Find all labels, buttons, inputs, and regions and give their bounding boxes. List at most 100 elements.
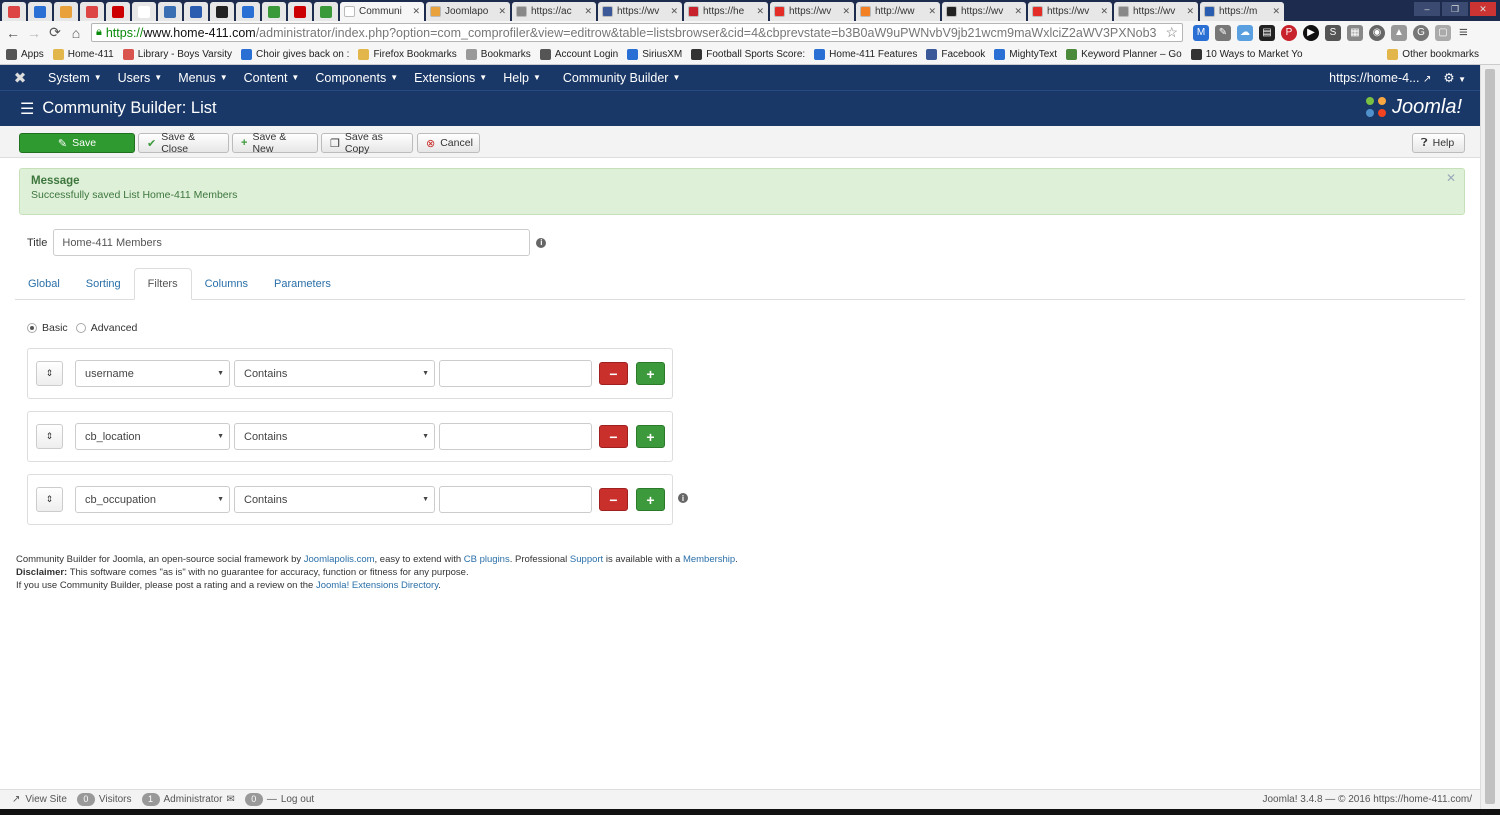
pinned-tab[interactable]	[80, 2, 104, 21]
pinned-tab[interactable]	[236, 2, 260, 21]
pinned-tab[interactable]	[314, 2, 338, 21]
close-icon[interactable]: ✕	[1446, 171, 1456, 185]
field-select[interactable]: cb_occupation ▼	[75, 486, 230, 513]
tab-close-icon[interactable]: ✕	[1186, 6, 1194, 17]
admin-menu-item[interactable]: Community Builder ▼	[555, 71, 689, 85]
tab-close-icon[interactable]: ✕	[1272, 6, 1280, 17]
operator-select[interactable]: Contains ▼	[234, 423, 435, 450]
basic-radio[interactable]	[27, 323, 37, 333]
tab-close-icon[interactable]: ✕	[412, 6, 420, 17]
tab-columns[interactable]: Columns	[192, 268, 261, 300]
admin-menu-item[interactable]: Users ▼	[110, 71, 171, 85]
tab-filters[interactable]: Filters	[133, 268, 192, 300]
admin-menu-item[interactable]: System ▼	[40, 71, 110, 85]
jed-link[interactable]: Joomla! Extensions Directory	[316, 580, 438, 591]
bookmark-item[interactable]: SiriusXM	[627, 48, 682, 60]
tab-parameters[interactable]: Parameters	[261, 268, 344, 300]
drive-ext-icon[interactable]: ▲	[1391, 24, 1407, 41]
vertical-scrollbar[interactable]	[1480, 65, 1500, 809]
browser-tab[interactable]: https://m ✕	[1200, 2, 1284, 21]
mightytext-ext-icon[interactable]: M	[1193, 24, 1209, 41]
filter-value-input[interactable]	[439, 360, 592, 387]
save-close-button[interactable]: ✔ Save & Close	[138, 131, 229, 155]
support-link[interactable]: Support	[570, 554, 603, 565]
browser-tab[interactable]: https://wv ✕	[1114, 2, 1198, 21]
tab-close-icon[interactable]: ✕	[584, 6, 592, 17]
bookmark-item[interactable]: Choir gives back on :	[241, 48, 349, 60]
field-select[interactable]: cb_location ▼	[75, 423, 230, 450]
browser-tab[interactable]: https://he ✕	[684, 2, 768, 21]
other-bookmarks[interactable]: Other bookmarks	[1387, 48, 1479, 60]
joomlapolis-link[interactable]: Joomlapolis.com	[304, 554, 375, 565]
admin-menu-item[interactable]: Content ▼	[236, 71, 308, 85]
pinned-tab[interactable]	[158, 2, 182, 21]
bookmark-item[interactable]: Account Login	[539, 48, 618, 60]
sort-handle-icon[interactable]: ⇕	[36, 361, 63, 386]
bookmark-item[interactable]: Firefox Bookmarks	[358, 48, 457, 60]
tab-close-icon[interactable]: ✕	[756, 6, 764, 17]
save-new-button[interactable]: + Save & New	[232, 131, 318, 155]
cancel-button[interactable]: ⊗ Cancel	[417, 133, 480, 153]
minimize-icon[interactable]: –	[1414, 2, 1440, 16]
admin-menu-item[interactable]: Menus ▼	[170, 71, 235, 85]
operator-select[interactable]: Contains ▼	[234, 486, 435, 513]
home-icon[interactable]: ⌂	[67, 24, 85, 42]
add-filter-button[interactable]: +	[636, 425, 665, 448]
browser-tab[interactable]: Communi ✕	[340, 2, 424, 21]
cb-plugins-link[interactable]: CB plugins	[464, 554, 510, 565]
advanced-radio[interactable]	[75, 323, 86, 333]
logout-link[interactable]: Log out	[281, 794, 314, 805]
browser-tab[interactable]: https://wv ✕	[770, 2, 854, 21]
tab-close-icon[interactable]: ✕	[842, 6, 850, 17]
pinned-tab[interactable]	[106, 2, 130, 21]
sort-handle-icon[interactable]: ⇕	[36, 487, 63, 512]
operator-select[interactable]: Contains ▼	[234, 360, 435, 387]
tab-close-icon[interactable]: ✕	[498, 6, 506, 17]
bookmark-item[interactable]: Keyword Planner – Go	[1066, 48, 1182, 60]
window-ext-icon[interactable]: ▢	[1435, 24, 1451, 41]
pinned-tab[interactable]	[2, 2, 26, 21]
browser-tab[interactable]: https://ac ✕	[512, 2, 596, 21]
browser-menu-icon[interactable]: ≡	[1459, 24, 1468, 41]
circle-ext-icon[interactable]: ◉	[1369, 24, 1385, 41]
remove-filter-button[interactable]: −	[599, 362, 628, 385]
remove-filter-button[interactable]: −	[599, 425, 628, 448]
close-window-icon[interactable]: ✕	[1470, 2, 1496, 16]
browser-tab[interactable]: https://wv ✕	[942, 2, 1026, 21]
bookmark-item[interactable]: Bookmarks	[465, 48, 531, 60]
sort-handle-icon[interactable]: ⇕	[36, 424, 63, 449]
tab-sorting[interactable]: Sorting	[73, 268, 134, 300]
tab-close-icon[interactable]: ✕	[928, 6, 936, 17]
tab-close-icon[interactable]: ✕	[1014, 6, 1022, 17]
reload-icon[interactable]: ⟳	[46, 24, 64, 42]
bookmark-item[interactable]: Football Sports Score:	[691, 48, 805, 60]
restore-icon[interactable]: ❐	[1442, 2, 1468, 16]
browser-tab[interactable]: http://ww ✕	[856, 2, 940, 21]
back-icon[interactable]: ←	[4, 24, 22, 42]
add-filter-button[interactable]: +	[636, 488, 665, 511]
pinned-tab[interactable]	[28, 2, 52, 21]
help-button[interactable]: ❓︎ Help	[1412, 133, 1465, 153]
reader-ext-icon[interactable]: ▤	[1259, 24, 1275, 41]
bookmark-item[interactable]: MightyText	[994, 48, 1057, 60]
bookmark-star-icon[interactable]: ☆	[1161, 24, 1182, 41]
google-ext-icon[interactable]: G	[1413, 24, 1429, 41]
tab-global[interactable]: Global	[15, 268, 73, 300]
tab-close-icon[interactable]: ✕	[670, 6, 678, 17]
remove-filter-button[interactable]: −	[599, 488, 628, 511]
bookmark-item[interactable]: Library - Boys Varsity	[122, 48, 232, 60]
pinned-tab[interactable]	[262, 2, 286, 21]
filter-value-input[interactable]	[439, 486, 592, 513]
site-link[interactable]: https://home-4... ↗	[1329, 71, 1431, 85]
bookmark-item[interactable]: Apps	[6, 48, 44, 60]
admin-menu-item[interactable]: Help ▼	[495, 71, 549, 85]
save-copy-button[interactable]: ❐ Save as Copy	[321, 131, 413, 155]
browser-tab[interactable]: Joomlapo ✕	[426, 2, 510, 21]
script-ext-icon[interactable]: S	[1325, 24, 1341, 41]
save-button[interactable]: ✎ Save	[19, 133, 135, 153]
play-ext-icon[interactable]: ▶	[1303, 24, 1319, 41]
pinned-tab[interactable]	[54, 2, 78, 21]
add-filter-button[interactable]: +	[636, 362, 665, 385]
browser-tab[interactable]: https://wv ✕	[598, 2, 682, 21]
pinned-tab[interactable]	[210, 2, 234, 21]
